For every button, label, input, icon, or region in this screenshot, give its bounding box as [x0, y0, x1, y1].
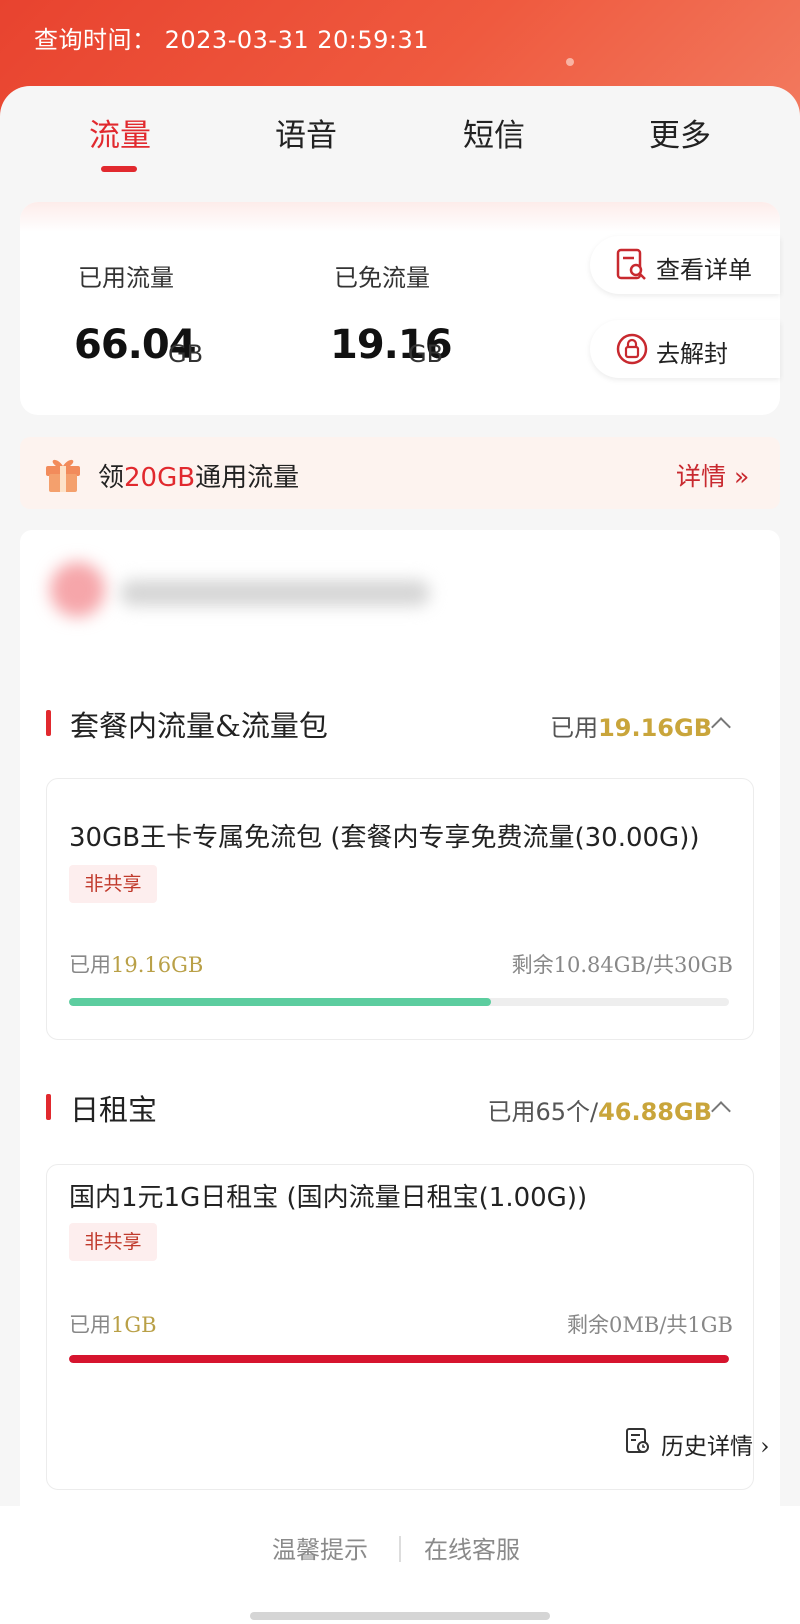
- package-name: 30GB王卡专属免流包 (套餐内专享免费流量(30.00G)): [69, 823, 700, 853]
- blurred-account-card: [20, 530, 780, 658]
- promo-detail-link[interactable]: 详情 »: [676, 457, 749, 493]
- decor-dot: [566, 58, 574, 66]
- query-time: 查询时间： 2023-03-31 20:59:31: [34, 26, 430, 54]
- package-card: 30GB王卡专属免流包 (套餐内专享免费流量(30.00G)) 非共享 已用19…: [46, 778, 754, 1040]
- history-details-label: 历史详情 ›: [661, 1434, 770, 1460]
- active-tab-indicator: [101, 166, 137, 172]
- gift-icon: [46, 459, 80, 492]
- tab-data[interactable]: 流量: [50, 110, 190, 155]
- package-remaining: 剩余10.84GB/共30GB: [511, 953, 733, 977]
- summary-card: [20, 202, 780, 415]
- lock-icon: [616, 333, 648, 365]
- view-details-button[interactable]: 查看详单: [590, 236, 780, 294]
- section-used-daily-pass: 已用65个/46.88GB: [487, 1098, 712, 1126]
- usage-progress-fill: [69, 998, 492, 1006]
- non-shared-tag: 非共享: [69, 865, 157, 903]
- used-data-unit: GB: [168, 340, 204, 368]
- non-shared-tag: 非共享: [69, 1223, 157, 1261]
- footer-divider: [399, 1536, 401, 1562]
- section-title-plan-data: 套餐内流量&流量包: [70, 709, 328, 743]
- history-document-icon: [626, 1428, 649, 1453]
- promo-text: 领20GB通用流量: [98, 463, 300, 493]
- usage-progress-track: [69, 1355, 729, 1363]
- document-search-icon: [616, 248, 646, 280]
- unblock-label: 去解封: [656, 340, 728, 368]
- view-details-label: 查看详单: [656, 256, 752, 284]
- home-indicator: [250, 1612, 550, 1620]
- usage-progress-track: [69, 998, 729, 1006]
- package-remaining: 剩余0MB/共1GB: [567, 1313, 733, 1337]
- unblock-button[interactable]: 去解封: [590, 320, 780, 378]
- section-marker: [46, 710, 51, 736]
- used-data-label: 已用流量: [78, 264, 174, 292]
- tab-more[interactable]: 更多: [610, 110, 750, 155]
- online-service-link[interactable]: 在线客服: [424, 1530, 520, 1565]
- tab-voice[interactable]: 语音: [236, 110, 376, 155]
- tab-sms[interactable]: 短信: [424, 110, 564, 155]
- package-used: 已用19.16GB: [69, 953, 204, 977]
- free-data-unit: GB: [408, 340, 444, 368]
- package-name: 国内1元1G日租宝 (国内流量日租宝(1.00G)): [69, 1183, 588, 1213]
- promo-banner[interactable]: 领20GB通用流量 详情 »: [20, 437, 780, 509]
- footer: 温馨提示 在线客服: [0, 1506, 800, 1624]
- section-used-plan-data: 已用19.16GB: [550, 714, 712, 742]
- free-data-label: 已免流量: [334, 264, 430, 292]
- usage-progress-fill: [69, 1355, 729, 1363]
- package-card: 国内1元1G日租宝 (国内流量日租宝(1.00G)) 非共享 已用1GB 剩余0…: [46, 1164, 770, 1490]
- section-title-daily-pass: 日租宝: [70, 1093, 158, 1127]
- tips-link[interactable]: 温馨提示: [272, 1530, 368, 1565]
- section-marker: [46, 1094, 51, 1120]
- package-used: 已用1GB: [69, 1313, 157, 1337]
